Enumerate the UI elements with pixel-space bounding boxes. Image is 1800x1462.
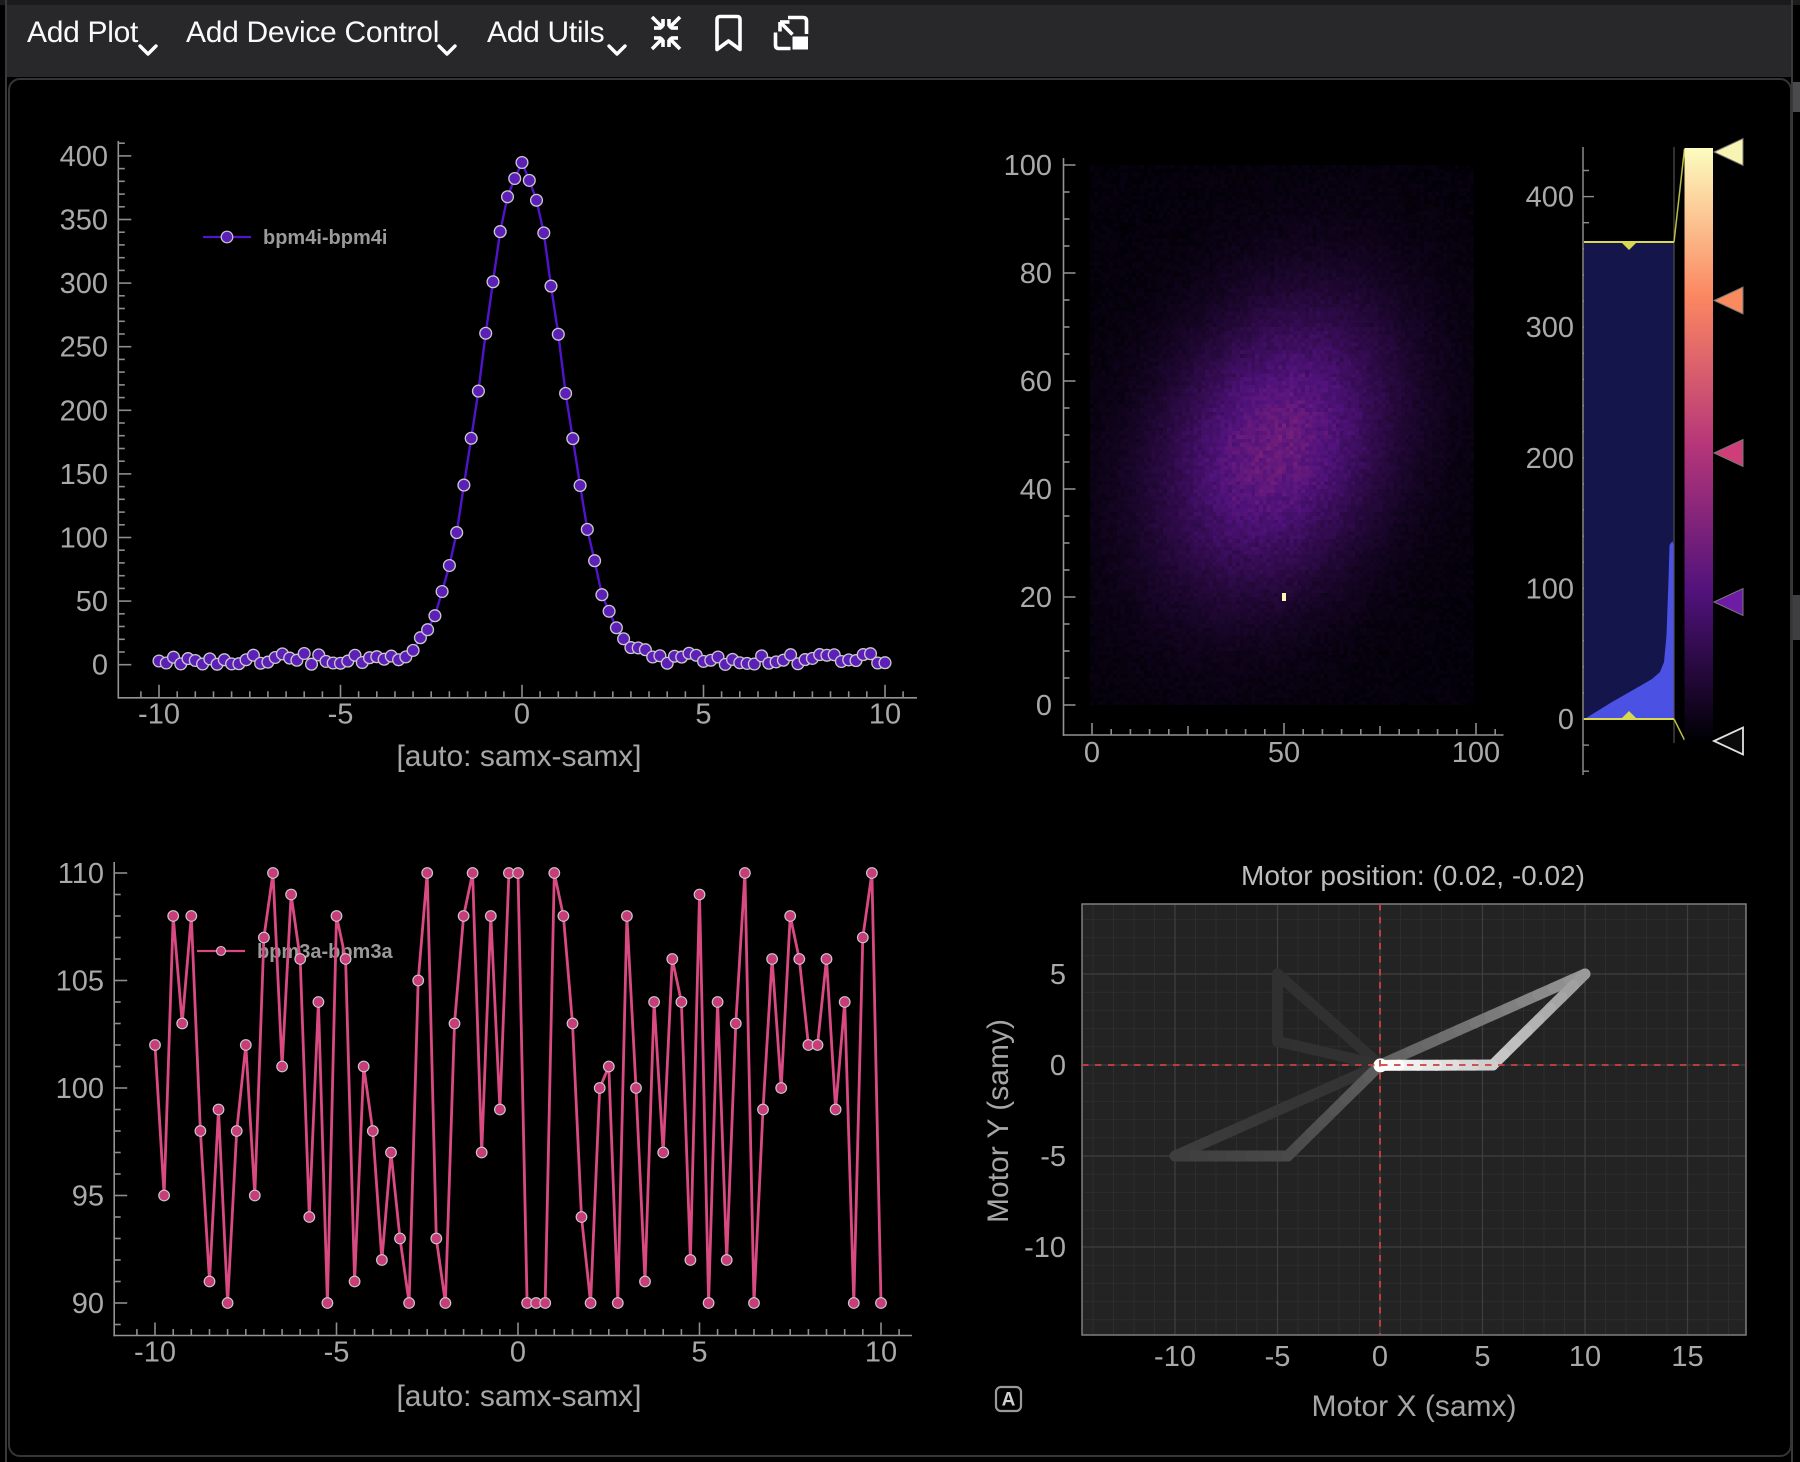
svg-text:-10: -10 <box>138 699 180 731</box>
svg-text:20: 20 <box>1020 582 1052 614</box>
svg-text:250: 250 <box>60 332 108 364</box>
svg-text:50: 50 <box>76 586 108 618</box>
svg-text:[auto: samx-samx]: [auto: samx-samx] <box>396 740 641 773</box>
svg-text:-5: -5 <box>328 699 354 731</box>
svg-text:bpm4i-bpm4i: bpm4i-bpm4i <box>263 227 387 249</box>
svg-text:10: 10 <box>865 1337 897 1369</box>
svg-text:-5: -5 <box>1040 1141 1066 1173</box>
svg-text:0: 0 <box>1036 690 1052 722</box>
svg-text:100: 100 <box>1004 150 1052 182</box>
svg-text:Motor position: (0.02, -0.02): Motor position: (0.02, -0.02) <box>1241 860 1585 891</box>
svg-text:5: 5 <box>695 699 711 731</box>
svg-text:400: 400 <box>60 141 108 173</box>
svg-text:A: A <box>1002 1390 1016 1411</box>
svg-text:40: 40 <box>1020 474 1052 506</box>
svg-text:200: 200 <box>60 395 108 427</box>
svg-text:0: 0 <box>1558 704 1574 736</box>
svg-text:90: 90 <box>72 1288 104 1320</box>
svg-text:10: 10 <box>1569 1341 1601 1373</box>
svg-text:-5: -5 <box>324 1337 350 1369</box>
svg-text:0: 0 <box>1050 1050 1066 1082</box>
svg-text:50: 50 <box>1268 737 1300 769</box>
svg-text:Motor Y (samy): Motor Y (samy) <box>982 1019 1015 1223</box>
svg-text:105: 105 <box>56 966 104 998</box>
svg-text:150: 150 <box>60 459 108 491</box>
svg-text:110: 110 <box>58 858 104 890</box>
svg-text:0: 0 <box>1372 1341 1388 1373</box>
svg-text:Motor X (samx): Motor X (samx) <box>1311 1390 1516 1423</box>
svg-text:80: 80 <box>1020 258 1052 290</box>
svg-text:-5: -5 <box>1265 1341 1291 1373</box>
svg-text:[auto: samx-samx]: [auto: samx-samx] <box>396 1380 641 1413</box>
svg-text:15: 15 <box>1671 1341 1703 1373</box>
svg-text:100: 100 <box>60 523 108 555</box>
svg-text:300: 300 <box>60 268 108 300</box>
svg-text:350: 350 <box>60 205 108 237</box>
svg-text:300: 300 <box>1526 312 1574 344</box>
svg-text:0: 0 <box>510 1337 526 1369</box>
svg-text:60: 60 <box>1020 366 1052 398</box>
svg-text:0: 0 <box>514 699 530 731</box>
svg-text:10: 10 <box>869 699 901 731</box>
svg-text:95: 95 <box>72 1181 104 1213</box>
svg-text:200: 200 <box>1526 443 1574 475</box>
svg-text:0: 0 <box>1084 737 1100 769</box>
svg-text:-10: -10 <box>134 1337 176 1369</box>
svg-text:5: 5 <box>1474 1341 1490 1373</box>
svg-text:100: 100 <box>1452 737 1500 769</box>
svg-text:5: 5 <box>691 1337 707 1369</box>
svg-text:400: 400 <box>1526 182 1574 214</box>
svg-text:-10: -10 <box>1154 1341 1196 1373</box>
svg-text:0: 0 <box>92 650 108 682</box>
svg-text:100: 100 <box>56 1073 104 1105</box>
svg-text:100: 100 <box>1526 573 1574 605</box>
svg-text:-10: -10 <box>1024 1232 1066 1264</box>
svg-text:5: 5 <box>1050 959 1066 991</box>
